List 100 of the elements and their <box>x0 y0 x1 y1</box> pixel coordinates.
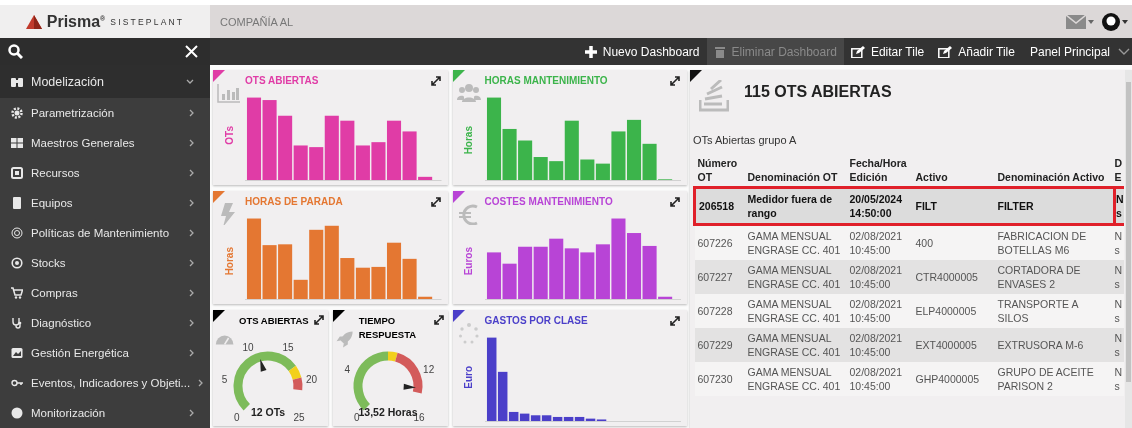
axis-label: Horas <box>223 247 235 276</box>
tile-title: HORAS MANTENIMIENTO <box>484 75 608 86</box>
bar-chart-icon <box>217 82 241 104</box>
scale-label: 5 <box>221 374 228 386</box>
column-header[interactable]: Denominación OT <box>744 154 847 188</box>
sidebar-item[interactable]: Modelización <box>0 65 210 98</box>
sidebar-item[interactable]: Eventos, Indicadores y Objeti... <box>0 368 210 398</box>
gauge-needle <box>260 359 267 372</box>
panel-select[interactable]: Panel Principal <box>1021 38 1132 65</box>
brand-name: Prisma$^{®}$ <box>46 12 106 31</box>
table-row[interactable]: 607228 GAMA MENSUAL ENGRASE CC. 401 02/08/2021 10:45:00 ELP4000005 TRANSPORTE A SILOS N s <box>694 294 1124 328</box>
table-cell: 607227 <box>694 260 745 294</box>
table-cell: 02/08/2021 10:45:00 <box>846 260 913 294</box>
table-cell: 02/08/2021 10:45:00 <box>846 294 913 328</box>
chevron-right-icon <box>189 199 194 207</box>
chevron-right-icon <box>189 139 194 147</box>
table-cell: GAMA MENSUAL ENGRASE CC. 401 <box>744 328 847 362</box>
tile-subtitle: OTs Abiertas grupo A <box>693 134 797 146</box>
image-icon <box>11 347 23 359</box>
table-cell: 607226 <box>694 224 745 260</box>
chevron-right-icon <box>189 109 194 117</box>
table-cell: N s <box>1114 260 1124 294</box>
chevron-right-icon <box>189 349 194 357</box>
table-cell: 02/08/2021 10:45:00 <box>846 224 913 260</box>
table-row[interactable]: 206518 Medidor fuera de rango 20/05/2024 14:50:00 FILT FILTER N s <box>694 187 1124 225</box>
table-cell: 607229 <box>694 328 745 362</box>
expand-icon <box>312 314 325 326</box>
table-cell: N s <box>1114 362 1124 396</box>
sidebar-item[interactable]: Gestión Energética <box>0 338 210 368</box>
column-header[interactable]: Denominación Activo <box>994 154 1115 188</box>
chevron-right-icon <box>189 229 194 237</box>
key-icon <box>11 377 23 389</box>
tile-title: OTS ABIERTAS <box>239 314 310 328</box>
tile-title: 115 OTS ABIERTAS <box>744 83 892 101</box>
scrollbar[interactable] <box>1125 70 1132 428</box>
edit-icon <box>850 45 865 58</box>
table-cell: N s <box>1114 294 1124 328</box>
sidebar-item[interactable]: Recursos <box>0 158 210 188</box>
table-cell: GHP4000005 <box>912 362 995 396</box>
chevron-right-icon <box>198 379 204 387</box>
table-row[interactable]: 607230 GAMA MENSUAL ENGRASE CC. 401 02/08/2021 10:45:00 GHP4000005 GRUPO DE ACEITE PARISON 2 N s <box>694 362 1124 396</box>
sidebar-item[interactable]: Diagnóstico <box>0 308 210 338</box>
toolbar-button[interactable]: Editar Tile <box>843 38 932 65</box>
mail-icon <box>1066 14 1086 29</box>
sidebar-item[interactable]: Stocks <box>0 248 210 278</box>
trash-icon <box>713 45 726 58</box>
column-header[interactable]: Fecha/Hora Edición <box>846 154 913 188</box>
table-cell: 02/08/2021 10:45:00 <box>846 328 913 362</box>
toolbar-button[interactable]: Añadir Tile <box>931 38 1022 65</box>
stack-icon <box>699 80 729 112</box>
table-cell: FABRICACION DE BOTELLAS M6 <box>994 224 1115 260</box>
expand-icon <box>429 196 442 208</box>
table-cell: N s <box>1114 328 1124 362</box>
tablet-icon <box>11 197 23 209</box>
stethoscope-icon <box>11 317 23 329</box>
axis-label: OTs <box>223 126 235 145</box>
chevron-right-icon <box>189 289 194 297</box>
column-header[interactable]: D E <box>1114 154 1124 188</box>
tile-title: OTS ABIERTAS <box>245 75 319 86</box>
cart-icon <box>11 287 23 299</box>
bar <box>486 252 501 300</box>
scale-label: 20 <box>305 374 317 386</box>
bar <box>533 246 548 300</box>
chevron-down-icon <box>186 79 194 84</box>
sidebar-item[interactable]: Monitorización <box>0 398 210 428</box>
target-icon <box>11 257 23 269</box>
bar <box>519 413 529 422</box>
axis-label: Euros <box>463 247 474 276</box>
sidebar-item[interactable]: Políticas de Mantenimiento <box>0 218 210 248</box>
table-row[interactable]: 607226 GAMA MENSUAL ENGRASE CC. 401 02/08/2021 10:45:00 400 FABRICACION DE BOTELLAS M6 N s <box>694 224 1124 260</box>
square-icon <box>11 167 23 179</box>
sidebar-item[interactable]: Maestros Generales <box>0 128 210 158</box>
axis-label: Horas <box>463 126 474 155</box>
gear-icon <box>11 107 23 119</box>
expand-icon <box>669 75 681 87</box>
sidebar-item[interactable]: Compras <box>0 278 210 308</box>
bar <box>355 267 370 300</box>
scale-label: 15 <box>282 341 294 353</box>
column-header[interactable]: Activo <box>912 154 995 188</box>
chevron-right-icon <box>189 259 194 267</box>
table-cell: GAMA MENSUAL ENGRASE CC. 401 <box>744 362 847 396</box>
table-cell: GAMA MENSUAL ENGRASE CC. 401 <box>744 294 847 328</box>
table-cell: 02/08/2021 10:45:00 <box>846 362 913 396</box>
bar <box>548 238 563 300</box>
sidebar-item[interactable]: Equipos <box>0 188 210 218</box>
column-header[interactable]: Número OT <box>694 154 745 188</box>
table-cell: N s <box>1114 224 1124 260</box>
scale-label: 4 <box>344 364 350 376</box>
plus-icon <box>584 45 597 58</box>
sidebar-item[interactable]: Parametrización <box>0 98 210 128</box>
toolbar-button[interactable]: Nuevo Dashboard <box>577 38 707 65</box>
expand-icon <box>432 314 445 326</box>
scale-label: 12 <box>422 364 434 376</box>
table-cell: TRANSPORTE A SILOS <box>994 294 1115 328</box>
expand-icon <box>429 75 442 87</box>
brand-tagline: SISTEPLANT <box>110 16 185 27</box>
grid-icon <box>11 137 23 149</box>
tile-title: TIEMPO RESPUESTA <box>358 314 418 342</box>
search-icon <box>8 44 23 59</box>
value-label: 12 OTs <box>250 406 286 418</box>
